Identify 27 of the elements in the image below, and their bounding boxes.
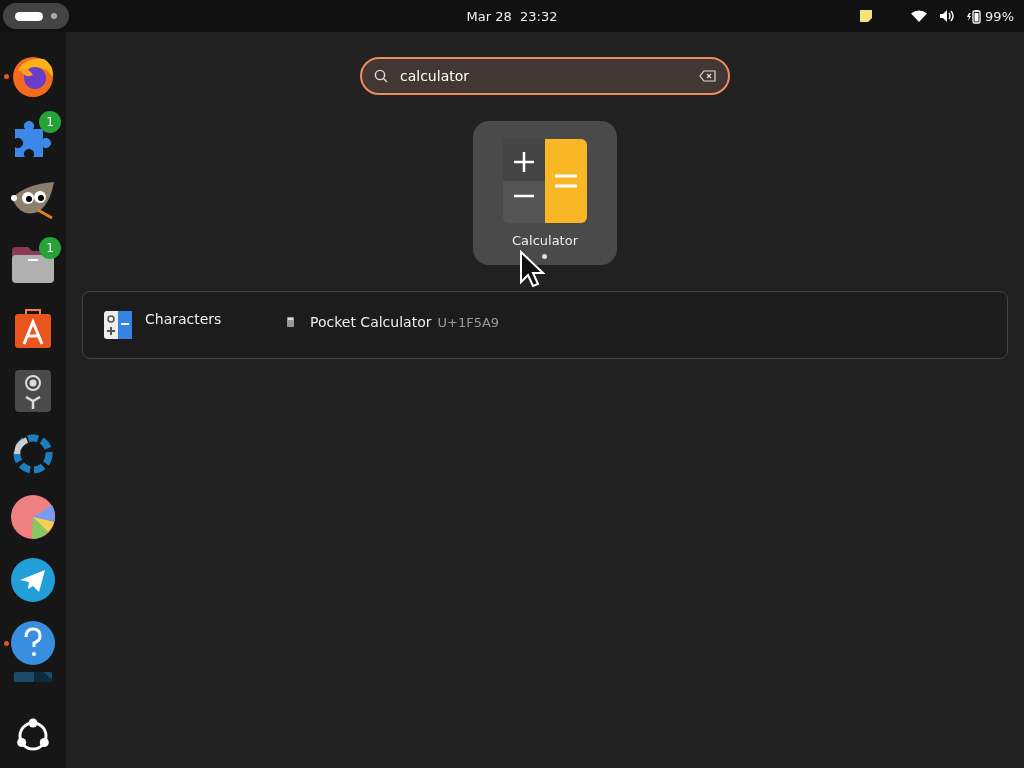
clear-icon[interactable] [699, 70, 716, 82]
pie-chart-icon[interactable] [10, 493, 56, 540]
wifi-icon[interactable] [911, 10, 928, 22]
clock[interactable]: Mar 28 23:32 [466, 8, 558, 24]
folder-icon[interactable] [10, 244, 56, 285]
aperture-icon[interactable] [13, 433, 53, 474]
search-field[interactable]: calculator [400, 68, 687, 84]
paper-plane-icon[interactable] [11, 557, 55, 602]
notification-badge: 1 [39, 237, 61, 259]
search-icon [374, 69, 388, 83]
characters-app-icon[interactable] [103, 310, 133, 340]
webcam-icon[interactable] [14, 368, 52, 413]
app-tile[interactable]: Calculator [473, 121, 617, 265]
battery-icon[interactable] [967, 8, 982, 24]
provider-name: Characters [145, 311, 222, 327]
search-bar[interactable]: calculator [360, 57, 730, 95]
calculator-icon [502, 138, 588, 224]
mouse-pointer-icon [519, 250, 545, 288]
help-icon[interactable] [10, 619, 56, 666]
workspace-indicator[interactable] [3, 3, 69, 29]
sticky-note-icon[interactable] [859, 9, 874, 23]
app-name: Calculator [512, 233, 578, 248]
search-result[interactable]: Pocket Calculator U+1F5A9 [287, 314, 500, 330]
notification-badge: 1 [39, 111, 61, 133]
calculator-icon [287, 317, 294, 327]
battery-percentage: 99% [985, 8, 1014, 24]
volume-icon[interactable] [939, 9, 956, 23]
